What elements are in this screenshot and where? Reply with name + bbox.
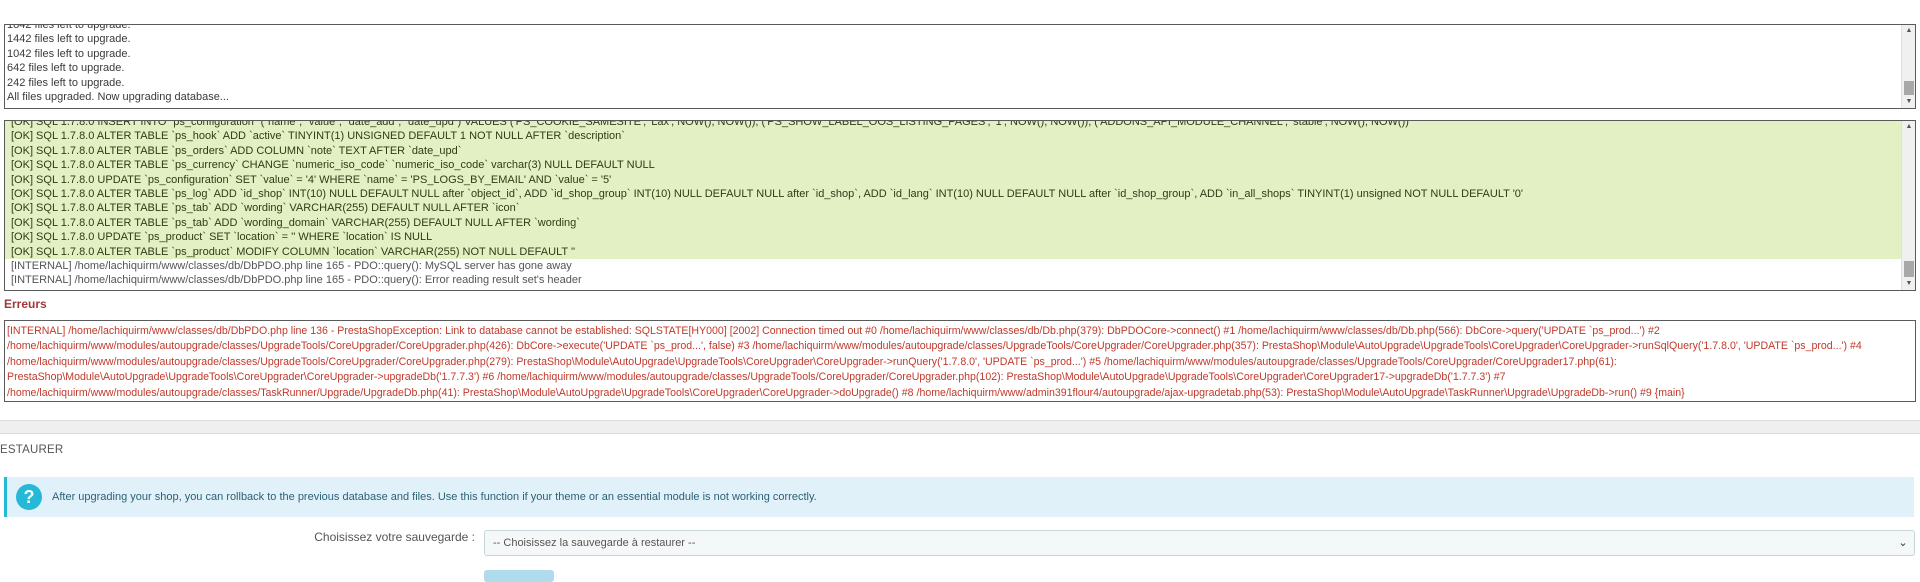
scroll-up-icon[interactable]: ▲ bbox=[1902, 121, 1915, 133]
section-separator bbox=[0, 420, 1920, 434]
backup-select-value: -- Choisissez la sauvegarde à restaurer … bbox=[493, 537, 696, 549]
log-line: 1842 files left to upgrade. bbox=[7, 24, 131, 31]
scroll-thumb[interactable] bbox=[1904, 261, 1914, 277]
scroll-down-icon[interactable]: ▼ bbox=[1902, 96, 1915, 108]
sql-log-line: [OK] SQL 1.7.8.0 UPDATE `ps_configuratio… bbox=[5, 172, 1901, 187]
restore-section-title: ESTAURER bbox=[0, 444, 64, 456]
error-line: /home/lachiquirm/www/modules/autoupgrade… bbox=[7, 355, 1617, 368]
sql-log-line: [OK] SQL 1.7.8.0 ALTER TABLE `ps_tab` AD… bbox=[5, 201, 1901, 216]
errors-heading: Erreurs bbox=[4, 297, 47, 311]
error-line: /home/lachiquirm/www/modules/autoupgrade… bbox=[7, 340, 1862, 353]
log-line: 242 files left to upgrade. bbox=[7, 76, 125, 89]
files-log-content: 1842 files left to upgrade. 1442 files l… bbox=[5, 24, 1901, 108]
question-circle-icon: ? bbox=[16, 484, 42, 510]
log-line: 642 files left to upgrade. bbox=[7, 62, 125, 75]
log-line: All files upgraded. Now upgrading databa… bbox=[7, 90, 229, 103]
chevron-down-icon[interactable]: ⌄ bbox=[1896, 531, 1910, 555]
sql-log-line: [INTERNAL] /home/lachiquirm/www/classes/… bbox=[5, 273, 1901, 288]
errors-panel[interactable]: [INTERNAL] /home/lachiquirm/www/classes/… bbox=[4, 320, 1916, 402]
log-line: 1042 files left to upgrade. bbox=[7, 47, 131, 60]
error-line: PrestaShop\Module\AutoUpgrade\UpgradeToo… bbox=[7, 371, 1506, 384]
sql-log-scrollbar[interactable]: ▲ ▼ bbox=[1901, 121, 1915, 290]
rollback-info-text: After upgrading your shop, you can rollb… bbox=[52, 491, 817, 503]
sql-log-line: [OK] SQL 1.7.8.0 ALTER TABLE `ps_orders`… bbox=[5, 143, 1901, 159]
error-line: /home/lachiquirm/www/modules/autoupgrade… bbox=[7, 386, 1685, 399]
backup-select-label: Choisissez votre sauvegarde : bbox=[314, 530, 475, 544]
sql-log-content: [OK] SQL 1.7.8.0 INSERT INTO `ps_configu… bbox=[5, 121, 1901, 290]
backup-select[interactable]: -- Choisissez la sauvegarde à restaurer … bbox=[484, 530, 1915, 556]
scroll-up-icon[interactable]: ▲ bbox=[1902, 25, 1915, 37]
sql-log-line: [OK] SQL 1.7.8.0 ALTER TABLE `ps_log` AD… bbox=[5, 186, 1901, 202]
rollback-info-alert: ? After upgrading your shop, you can rol… bbox=[4, 477, 1914, 517]
sql-upgrade-log[interactable]: [OK] SQL 1.7.8.0 INSERT INTO `ps_configu… bbox=[4, 120, 1916, 291]
sql-log-line: [OK] SQL 1.7.8.0 ALTER TABLE `ps_hook` A… bbox=[5, 129, 1901, 144]
sql-log-line: [OK] SQL 1.7.8.0 UPDATE `ps_product` SET… bbox=[5, 230, 1901, 245]
scroll-thumb[interactable] bbox=[1904, 81, 1914, 95]
scroll-down-icon[interactable]: ▼ bbox=[1902, 278, 1915, 290]
rollback-button[interactable] bbox=[484, 570, 554, 582]
sql-log-line: [OK] SQL 1.7.8.0 ALTER TABLE `ps_currenc… bbox=[5, 158, 1901, 173]
sql-log-line: [OK] SQL 1.7.8.0 ALTER TABLE `ps_product… bbox=[5, 244, 1901, 259]
files-log-scrollbar[interactable]: ▲ ▼ bbox=[1901, 25, 1915, 108]
sql-log-line: [OK] SQL 1.7.8.0 INSERT INTO `ps_configu… bbox=[5, 121, 1901, 130]
sql-log-line: [OK] SQL 1.7.8.0 ALTER TABLE `ps_tab` AD… bbox=[5, 215, 1901, 231]
files-upgrade-log[interactable]: 1842 files left to upgrade. 1442 files l… bbox=[4, 24, 1916, 109]
sql-log-line: [INTERNAL] /home/lachiquirm/www/classes/… bbox=[5, 258, 1901, 274]
error-line: [INTERNAL] /home/lachiquirm/www/classes/… bbox=[7, 325, 1660, 337]
log-line: 1442 files left to upgrade. bbox=[7, 33, 131, 46]
